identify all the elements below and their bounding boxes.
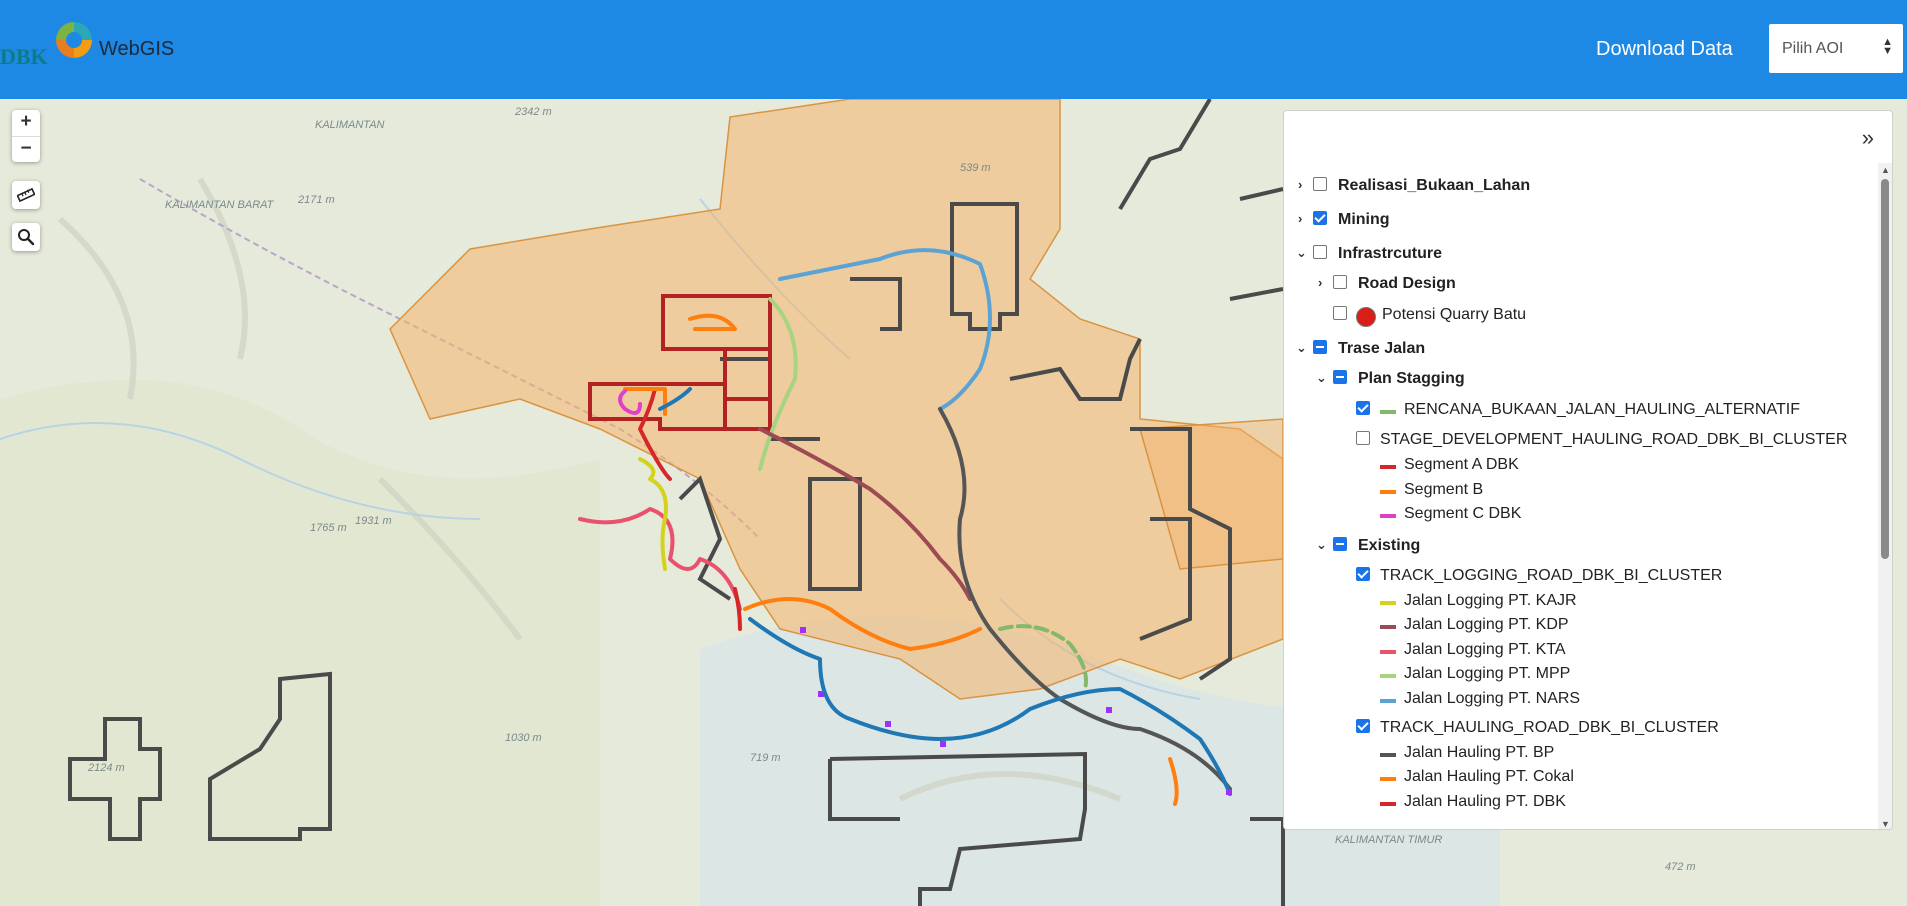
layer-checkbox[interactable]: [1333, 306, 1347, 320]
app-name: WebGIS: [99, 38, 175, 60]
layer-label: STAGE_DEVELOPMENT_HAULING_ROAD_DBK_BI_CL…: [1380, 431, 1848, 448]
scroll-down-icon[interactable]: ▼: [1881, 819, 1890, 829]
legend-label: Jalan Hauling PT. Cokal: [1404, 768, 1574, 785]
map-label: KALIMANTAN BARAT: [165, 199, 274, 211]
legend-swatch: [1380, 650, 1396, 654]
chevron-down-icon[interactable]: ⌄: [1316, 370, 1328, 386]
layer-label: TRACK_LOGGING_ROAD_DBK_BI_CLUSTER: [1380, 567, 1723, 584]
layer-checkbox[interactable]: [1356, 719, 1370, 733]
map-label: 472 m: [1665, 861, 1696, 873]
layer-checkbox[interactable]: [1356, 431, 1370, 445]
legend-label: Segment A DBK: [1404, 456, 1519, 473]
chevron-right-icon[interactable]: ›: [1318, 275, 1330, 290]
logo: DBK WebGIS: [0, 18, 175, 78]
legend-swatch: [1380, 699, 1396, 703]
measure-button[interactable]: [12, 181, 40, 209]
legend-label: Jalan Logging PT. KAJR: [1404, 592, 1577, 609]
layer-checkbox[interactable]: [1356, 567, 1370, 581]
layer-tree: › Realisasi_Bukaan_Lahan › Mining ⌄ Infr…: [1284, 163, 1876, 829]
layer-checkbox[interactable]: [1313, 340, 1327, 354]
legend-label: Jalan Logging PT. MPP: [1404, 665, 1571, 682]
layer-label: Road Design: [1358, 275, 1456, 292]
legend-label: Segment C DBK: [1404, 505, 1522, 522]
aoi-select[interactable]: Pilih AOI ▲ ▼: [1769, 24, 1903, 73]
layer-label: Existing: [1358, 537, 1421, 554]
layer-label: RENCANA_BUKAAN_JALAN_HAULING_ALTERNATIF: [1404, 401, 1800, 418]
zoom-in-button[interactable]: +: [12, 110, 40, 136]
map-label: 2342 m: [515, 106, 552, 118]
legend-label: Jalan Hauling PT. BP: [1404, 744, 1555, 761]
search-button[interactable]: [12, 223, 40, 251]
layer-label: Plan Stagging: [1358, 370, 1465, 387]
legend-swatch: [1380, 753, 1396, 757]
zoom-out-button[interactable]: −: [12, 136, 40, 162]
legend-swatch: [1380, 490, 1396, 494]
scroll-up-icon[interactable]: ▲: [1881, 165, 1890, 175]
layer-checkbox[interactable]: [1313, 177, 1327, 191]
map-label: 1030 m: [505, 732, 542, 744]
map-label: 2124 m: [88, 762, 125, 774]
layer-label: Realisasi_Bukaan_Lahan: [1338, 177, 1531, 194]
map-label: 2171 m: [298, 194, 335, 206]
map-label: KALIMANTAN TIMUR: [1335, 834, 1443, 846]
map-label: 719 m: [750, 752, 781, 764]
legend-label: Jalan Hauling PT. DBK: [1404, 793, 1566, 810]
layer-label: Infrastrcuture: [1338, 245, 1443, 262]
top-bar: DBK WebGIS Download Data Pilih AOI ▲ ▼: [0, 0, 1907, 99]
logo-mark-icon: [56, 22, 92, 58]
layer-checkbox[interactable]: [1313, 245, 1327, 259]
layer-checkbox[interactable]: [1333, 537, 1347, 551]
collapse-panel-button[interactable]: »: [1862, 125, 1874, 151]
legend-swatch: [1380, 514, 1396, 518]
scroll-thumb[interactable]: [1881, 179, 1889, 559]
layer-label: Mining: [1338, 211, 1390, 228]
legend-swatch: [1380, 802, 1396, 806]
layer-checkbox[interactable]: [1333, 275, 1347, 289]
legend-swatch: [1380, 465, 1396, 469]
legend-swatch: [1380, 777, 1396, 781]
chevron-down-icon[interactable]: ⌄: [1316, 537, 1328, 553]
layer-label: TRACK_HAULING_ROAD_DBK_BI_CLUSTER: [1380, 719, 1719, 736]
layer-panel: » › Realisasi_Bukaan_Lahan › Mining ⌄ In…: [1283, 110, 1893, 830]
legend-swatch: [1380, 674, 1396, 678]
legend-swatch: [1380, 625, 1396, 629]
layer-label: Potensi Quarry Batu: [1382, 306, 1527, 323]
aoi-select-value: Pilih AOI: [1782, 40, 1844, 57]
layer-checkbox[interactable]: [1333, 370, 1347, 384]
logo-text: DBK: [0, 44, 48, 69]
map-label: 1765 m: [310, 522, 347, 534]
legend-swatch: [1380, 410, 1396, 414]
map-label: 539 m: [960, 162, 991, 174]
search-icon: [18, 229, 35, 246]
chevron-right-icon[interactable]: ›: [1298, 177, 1310, 192]
download-data-link[interactable]: Download Data: [1596, 38, 1733, 61]
select-arrows-icon: ▲ ▼: [1882, 36, 1893, 57]
legend-label: Jalan Logging PT. KDP: [1404, 616, 1569, 633]
layer-checkbox[interactable]: [1313, 211, 1327, 225]
legend-label: Jalan Logging PT. NARS: [1404, 690, 1581, 707]
layer-checkbox[interactable]: [1356, 401, 1370, 415]
map-label: KALIMANTAN: [315, 119, 385, 131]
chevron-right-icon[interactable]: ›: [1298, 211, 1310, 226]
legend-swatch: [1380, 601, 1396, 605]
legend-label: Segment B: [1404, 481, 1484, 498]
ruler-icon: [17, 187, 35, 203]
chevron-down-icon[interactable]: ⌄: [1296, 340, 1308, 356]
chevron-down-icon[interactable]: ⌄: [1296, 245, 1308, 261]
legend-label: Jalan Logging PT. KTA: [1404, 641, 1566, 658]
panel-scrollbar[interactable]: ▲ ▼: [1878, 163, 1892, 829]
red-point-symbol-icon: [1356, 307, 1376, 327]
layer-label: Trase Jalan: [1338, 340, 1426, 357]
zoom-control: + −: [12, 110, 40, 162]
map-label: 1931 m: [355, 515, 392, 527]
